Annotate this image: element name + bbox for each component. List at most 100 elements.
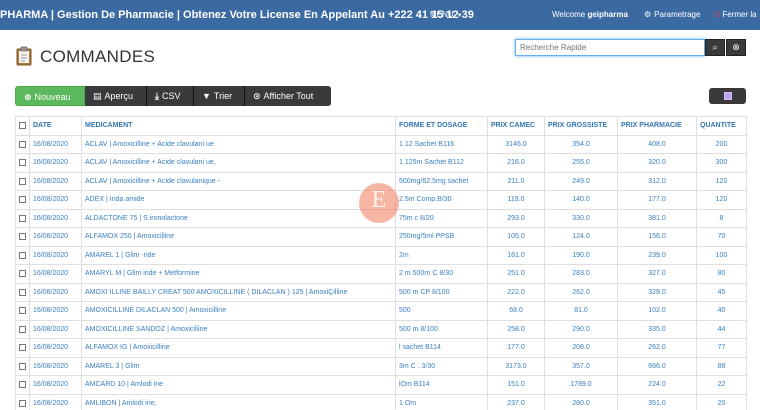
- cell-form-dosage: 3m C . 3/30: [395, 356, 488, 376]
- cell-price-wholesaler: 354.0: [544, 134, 618, 154]
- select-all-cell: [15, 116, 30, 136]
- row-select-cell: [15, 264, 30, 284]
- cell-price-wholesaler: 280.0: [544, 393, 618, 410]
- orders-table: DATE MEDICAMENT FORME ET DOSAGE PRIX CAM…: [15, 116, 747, 410]
- table-row[interactable]: 16/08/2020 AMOXI ILLINE BAILLY CREAT 500 …: [15, 282, 747, 302]
- row-checkbox[interactable]: [19, 196, 26, 204]
- table-row[interactable]: 16/08/2020 AMARYL M | Glim iride + Metfor…: [15, 264, 747, 284]
- row-select-cell: [15, 301, 30, 321]
- csv-button[interactable]: ⤓ CSV: [147, 86, 194, 106]
- cell-medicament[interactable]: AMCARD 10 | Amlodi ine: [81, 375, 396, 395]
- row-checkbox[interactable]: [19, 288, 26, 296]
- clear-search-button[interactable]: ⊗: [726, 39, 746, 56]
- cell-form-dosage: 500: [395, 301, 488, 321]
- header-price-pharmacy[interactable]: PRIX PHARMACIE: [617, 116, 697, 136]
- row-select-cell: [15, 393, 30, 410]
- cell-medicament[interactable]: AMARYL M | Glim iride + Metformine: [81, 264, 396, 284]
- cell-form-dosage: 2.5m Comp.B/30: [395, 190, 488, 210]
- table-row[interactable]: 16/08/2020 AMCARD 10 | Amlodi ine lOm B114…: [15, 375, 747, 395]
- cell-medicament[interactable]: AMLIBON | Amlodi ine,: [81, 393, 396, 410]
- cell-price-camec: 3173.0: [487, 356, 545, 376]
- cell-medicament[interactable]: ALFAMOX 250 | Amoxicilline: [81, 227, 396, 247]
- header-price-camec[interactable]: PRIX CAMEC: [487, 116, 545, 136]
- header-medicament[interactable]: MEDICAMENT: [81, 116, 396, 136]
- table-row[interactable]: 16/08/2020 AMOXICILLINE SANDOZ | Amoxicil…: [15, 319, 747, 339]
- row-select-cell: [15, 338, 30, 358]
- cell-price-wholesaler: 190.0: [544, 245, 618, 265]
- cell-medicament[interactable]: ACLAV | Amoxicilline + Acide clavulaniqu…: [81, 171, 396, 191]
- cell-price-wholesaler: 249.0: [544, 171, 618, 191]
- row-checkbox[interactable]: [19, 344, 26, 352]
- cell-medicament[interactable]: ACLAV | Amoxicilline + Acide clavulani u…: [81, 134, 396, 154]
- row-checkbox[interactable]: [19, 214, 26, 222]
- logout-link[interactable]: ⏻ Fermer la: [714, 10, 757, 20]
- cell-price-pharmacy: 156.0: [617, 227, 697, 247]
- columns-toggle-button[interactable]: [709, 88, 746, 104]
- table-row[interactable]: 16/08/2020 ALFAMOX 250 | Amoxicilline 250m…: [15, 227, 747, 247]
- cell-form-dosage: 250mg/5ml PPSB: [395, 227, 488, 247]
- cell-medicament[interactable]: ADEX | Inda amide: [81, 190, 396, 210]
- cell-quantity: 120: [696, 190, 747, 210]
- row-checkbox[interactable]: [19, 270, 26, 278]
- show-all-button[interactable]: ⊙ Afficher Tout: [245, 86, 331, 106]
- row-select-cell: [15, 153, 30, 173]
- cell-price-camec: 151.0: [487, 375, 545, 395]
- cell-medicament[interactable]: ALFAMOX IG | Amoxicilline: [81, 338, 396, 358]
- row-checkbox[interactable]: [19, 381, 26, 389]
- menu-dropdown[interactable]: MENU ▼: [430, 10, 463, 19]
- table-row[interactable]: 16/08/2020 AMOXICILLINE DILACLAN 500 | Am…: [15, 301, 747, 321]
- table-row[interactable]: 16/08/2020 ACLAV | Amoxicilline + Acide c…: [15, 134, 747, 154]
- cell-price-camec: 105.0: [487, 227, 545, 247]
- header-form-dosage[interactable]: FORME ET DOSAGE: [395, 116, 488, 136]
- search-button[interactable]: ⌕: [705, 39, 725, 56]
- table-row[interactable]: 16/08/2020 AMAREL 3 | Glim 3m C . 3/30 3173…: [15, 356, 747, 376]
- caret-down-icon: ▼: [456, 13, 463, 19]
- row-checkbox[interactable]: [19, 362, 26, 370]
- row-checkbox[interactable]: [19, 233, 26, 241]
- new-label: Nouveau: [34, 92, 71, 102]
- cell-quantity: 120: [696, 171, 747, 191]
- cell-price-pharmacy: 327.0: [617, 264, 697, 284]
- cell-form-dosage: 2m: [395, 245, 488, 265]
- table-row[interactable]: 16/08/2020 ACLAV | Amoxicilline + Acide c…: [15, 153, 747, 173]
- row-checkbox[interactable]: [19, 399, 26, 407]
- cell-medicament[interactable]: AMAREL 3 | Glim: [81, 356, 396, 376]
- row-checkbox[interactable]: [19, 325, 26, 333]
- cell-date: 16/08/2020: [29, 134, 82, 154]
- header-date[interactable]: DATE: [29, 116, 82, 136]
- app-brand[interactable]: PHARMA | Gestion De Pharmacie | Obtenez …: [0, 9, 474, 21]
- print-icon: ▤: [93, 91, 102, 101]
- row-checkbox[interactable]: [19, 159, 26, 167]
- cell-quantity: 45: [696, 282, 747, 302]
- cell-medicament[interactable]: AMAREL 1 | Glim -ride: [81, 245, 396, 265]
- row-checkbox[interactable]: [19, 177, 26, 185]
- cell-medicament[interactable]: AMOXICILLINE DILACLAN 500 | Amoxicilline: [81, 301, 396, 321]
- preview-button[interactable]: ▤ Aperçu: [85, 86, 147, 106]
- cell-medicament[interactable]: ALDACTONE 75 | S ironolactone: [81, 208, 396, 228]
- logout-label: Fermer la: [722, 10, 757, 19]
- table-header-row: DATE MEDICAMENT FORME ET DOSAGE PRIX CAM…: [15, 116, 747, 136]
- cell-price-wholesaler: 1789.0: [544, 375, 618, 395]
- cell-date: 16/08/2020: [29, 301, 82, 321]
- settings-link[interactable]: ⚙ Parametrage: [644, 10, 700, 19]
- cell-medicament[interactable]: AMOXICILLINE SANDOZ | Amoxicilline: [81, 319, 396, 339]
- row-checkbox[interactable]: [19, 140, 26, 148]
- table-row[interactable]: 16/08/2020 AMAREL 1 | Glim -ride 2m 161.0 19…: [15, 245, 747, 265]
- search-input[interactable]: [515, 39, 705, 56]
- table-row[interactable]: 16/08/2020 AMLIBON | Amlodi ine, 1 Om 237.0…: [15, 393, 747, 410]
- cell-form-dosage: 500mg/62.5mg sachet: [395, 171, 488, 191]
- select-all-checkbox[interactable]: [19, 122, 26, 130]
- cell-date: 16/08/2020: [29, 393, 82, 410]
- new-button[interactable]: ⊕ Nouveau: [15, 86, 85, 106]
- cell-form-dosage: 500 m CP 8/100: [395, 282, 488, 302]
- cell-quantity: 40: [696, 301, 747, 321]
- cell-medicament[interactable]: ACLAV | Amoxicilline + Acide clavulani u…: [81, 153, 396, 173]
- header-price-wholesaler[interactable]: PRIX GROSSISTE: [544, 116, 618, 136]
- cell-medicament[interactable]: AMOXI ILLINE BAILLY CREAT 500 AMOXICILLI…: [81, 282, 396, 302]
- row-checkbox[interactable]: [19, 251, 26, 259]
- table-row[interactable]: 16/08/2020 ALFAMOX IG | Amoxicilline l sac…: [15, 338, 747, 358]
- row-checkbox[interactable]: [19, 307, 26, 315]
- sort-button[interactable]: ▼ Trier: [194, 86, 245, 106]
- header-quantity[interactable]: QUANTITE: [696, 116, 747, 136]
- cell-price-pharmacy: 320.0: [617, 153, 697, 173]
